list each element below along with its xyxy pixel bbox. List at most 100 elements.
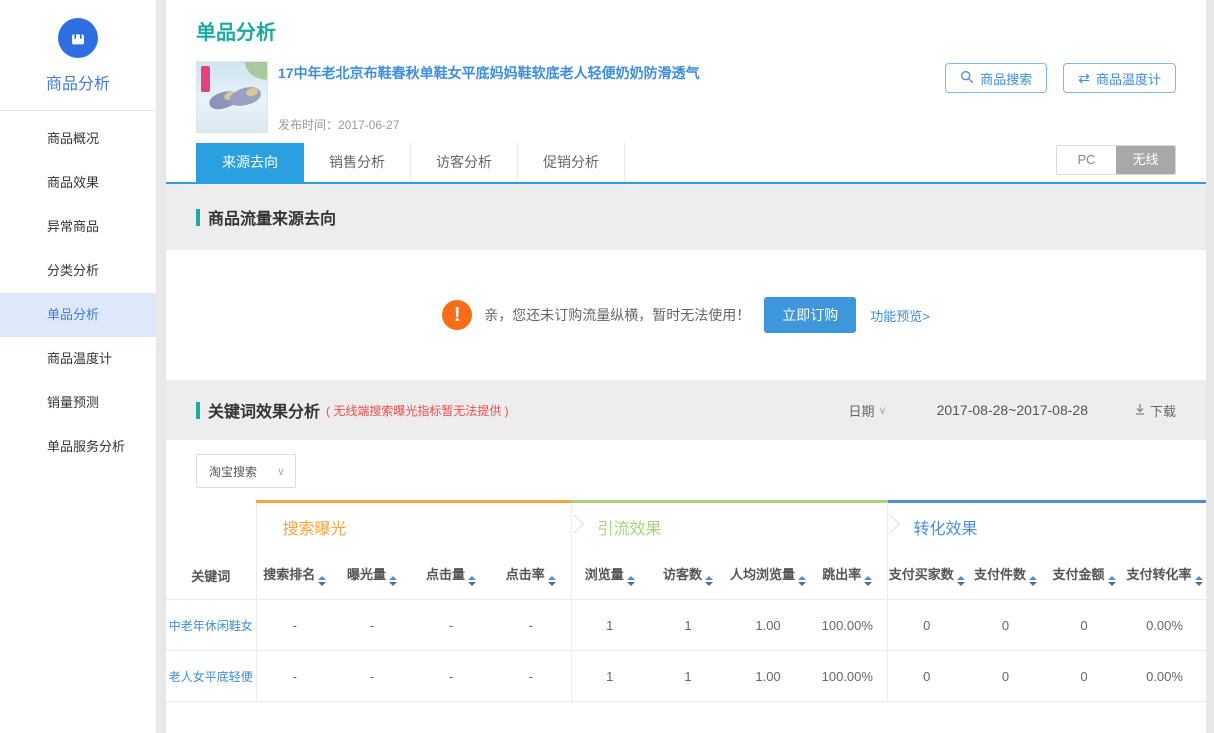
tab-promotion-analysis[interactable]: 促销分析 <box>518 143 625 182</box>
group-header-spacer <box>166 502 256 552</box>
tabs: 来源去向 销售分析 访客分析 促销分析 <box>196 143 625 182</box>
product-publish-date: 发布时间：2017-06-27 <box>278 116 945 133</box>
tab-visitor-analysis[interactable]: 访客分析 <box>411 143 518 182</box>
column-label: 支付金额 <box>1053 567 1105 582</box>
cell: 100.00% <box>808 651 887 702</box>
table-group-header-row: 搜索曝光 引流效果 转化效果 <box>166 502 1206 552</box>
table-row: 中老年休闲鞋女 - - - - 1 1 1.00 100.00% 0 0 0 0… <box>166 600 1206 651</box>
download-label: 下载 <box>1150 401 1176 420</box>
sidebar-item-category-analysis[interactable]: 分类分析 <box>0 249 156 293</box>
sort-icon[interactable] <box>957 576 965 586</box>
product-image-branch <box>245 61 268 80</box>
flow-section-header: 商品流量来源去向 <box>166 184 1206 250</box>
channel-select[interactable]: 淘宝搜索 ∨ <box>196 454 296 488</box>
date-dropdown-label: 日期 <box>849 401 875 420</box>
cell: - <box>491 651 571 702</box>
column-paid-items[interactable]: 支付件数 <box>966 552 1045 600</box>
column-keyword: 关键词 <box>166 552 256 600</box>
sidebar-header: 商品分析 <box>0 0 156 111</box>
feature-preview-link[interactable]: 功能预览> <box>870 306 930 325</box>
sort-icon[interactable] <box>864 576 872 586</box>
flow-section-title: 商品流量来源去向 <box>208 205 336 229</box>
column-exposure[interactable]: 曝光量 <box>333 552 411 600</box>
column-label: 搜索排名 <box>263 567 315 582</box>
column-avg-pageviews[interactable]: 人均浏览量 <box>728 552 808 600</box>
tab-bar: 来源去向 销售分析 访客分析 促销分析 PC 无线 <box>166 143 1206 184</box>
toggle-pc[interactable]: PC <box>1057 146 1116 174</box>
group-conversion-effect-label: 转化效果 <box>914 521 978 538</box>
column-paid-amount[interactable]: 支付金额 <box>1045 552 1123 600</box>
product-header: 17中年老北京布鞋春秋单鞋女平底妈妈鞋软底老人轻便奶奶防滑透气 发布时间：201… <box>196 61 1176 133</box>
product-image[interactable] <box>196 61 268 133</box>
chevron-down-icon: ∨ <box>879 404 887 417</box>
sort-icon[interactable] <box>1195 576 1203 586</box>
sort-icon[interactable] <box>389 576 397 586</box>
cell: 1.00 <box>728 651 808 702</box>
product-thermometer-button[interactable]: ⇄ 商品温度计 <box>1063 63 1176 93</box>
sort-icon[interactable] <box>318 576 326 586</box>
cell: 0 <box>887 651 966 702</box>
column-visitors[interactable]: 访客数 <box>648 552 728 600</box>
sort-icon[interactable] <box>548 576 556 586</box>
tab-source-destination[interactable]: 来源去向 <box>196 143 304 182</box>
column-ctr[interactable]: 点击率 <box>491 552 571 600</box>
cell: 1.00 <box>728 600 808 651</box>
sidebar-item-sales-forecast[interactable]: 销量预测 <box>0 381 156 425</box>
sidebar-item-product-thermometer[interactable]: 商品温度计 <box>0 337 156 381</box>
swap-arrows-icon: ⇄ <box>1078 71 1090 85</box>
sort-icon[interactable] <box>468 576 476 586</box>
cell: - <box>333 651 411 702</box>
cell: - <box>411 651 491 702</box>
product-image-shoe <box>227 84 262 108</box>
date-dropdown[interactable]: 日期 ∨ <box>849 401 887 420</box>
sort-icon[interactable] <box>798 576 806 586</box>
column-label: 曝光量 <box>347 567 386 582</box>
notice-text: 亲，您还未订购流量纵横，暂时无法使用！ <box>484 305 750 325</box>
header-buttons: 商品搜索 ⇄ 商品温度计 <box>945 63 1176 93</box>
tab-sales-analysis[interactable]: 销售分析 <box>304 143 411 182</box>
keyword-link[interactable]: 中老年休闲鞋女 <box>166 600 256 651</box>
cell: 0 <box>1045 651 1123 702</box>
column-label: 点击率 <box>506 567 545 582</box>
toggle-wireless[interactable]: 无线 <box>1116 146 1175 174</box>
chevron-down-icon: ∨ <box>277 465 285 478</box>
sort-icon[interactable] <box>1029 576 1037 586</box>
product-search-label: 商品搜索 <box>980 69 1032 88</box>
column-search-rank[interactable]: 搜索排名 <box>256 552 333 600</box>
product-thermometer-label: 商品温度计 <box>1096 69 1161 88</box>
sidebar-item-product-effect[interactable]: 商品效果 <box>0 161 156 205</box>
cell: 1 <box>571 651 648 702</box>
product-info: 17中年老北京布鞋春秋单鞋女平底妈妈鞋软底老人轻便奶奶防滑透气 发布时间：201… <box>278 61 945 133</box>
app-window: 商品分析 商品概况 商品效果 异常商品 分类分析 单品分析 商品温度计 销量预测… <box>0 0 1214 733</box>
sidebar-item-single-item-analysis[interactable]: 单品分析 <box>0 293 156 337</box>
cell: - <box>491 600 571 651</box>
column-bounce-rate[interactable]: 跳出率 <box>808 552 887 600</box>
column-clicks[interactable]: 点击量 <box>411 552 491 600</box>
shopping-bag-icon <box>58 18 98 58</box>
column-pageviews[interactable]: 浏览量 <box>571 552 648 600</box>
column-paying-buyers[interactable]: 支付买家数 <box>887 552 966 600</box>
product-title-link[interactable]: 17中年老北京布鞋春秋单鞋女平底妈妈鞋软底老人轻便奶奶防滑透气 <box>278 61 945 83</box>
column-payment-conversion[interactable]: 支付转化率 <box>1123 552 1206 600</box>
cell: 1 <box>571 600 648 651</box>
sort-icon[interactable] <box>627 576 635 586</box>
cell: - <box>256 600 333 651</box>
sort-icon[interactable] <box>705 576 713 586</box>
order-now-button[interactable]: 立即订购 <box>764 297 856 333</box>
keyword-link[interactable]: 老人女平底轻便 <box>166 651 256 702</box>
product-search-button[interactable]: 商品搜索 <box>945 63 1047 93</box>
flow-section-title-wrap: 商品流量来源去向 <box>196 205 336 229</box>
date-range-value: 2017-08-28~2017-08-28 <box>937 402 1088 418</box>
keyword-section-title: 关键词效果分析 <box>208 398 320 422</box>
column-label: 浏览量 <box>585 567 624 582</box>
cell: 0 <box>966 600 1045 651</box>
sidebar-item-abnormal-products[interactable]: 异常商品 <box>0 205 156 249</box>
sidebar: 商品分析 商品概况 商品效果 异常商品 分类分析 单品分析 商品温度计 销量预测… <box>0 0 156 733</box>
sort-icon[interactable] <box>1108 576 1116 586</box>
sidebar-item-single-item-service[interactable]: 单品服务分析 <box>0 425 156 469</box>
sidebar-item-product-overview[interactable]: 商品概况 <box>0 117 156 161</box>
download-button[interactable]: 下载 <box>1134 401 1176 420</box>
column-label: 点击量 <box>426 567 465 582</box>
warning-icon: ! <box>442 300 472 330</box>
cell: - <box>411 600 491 651</box>
